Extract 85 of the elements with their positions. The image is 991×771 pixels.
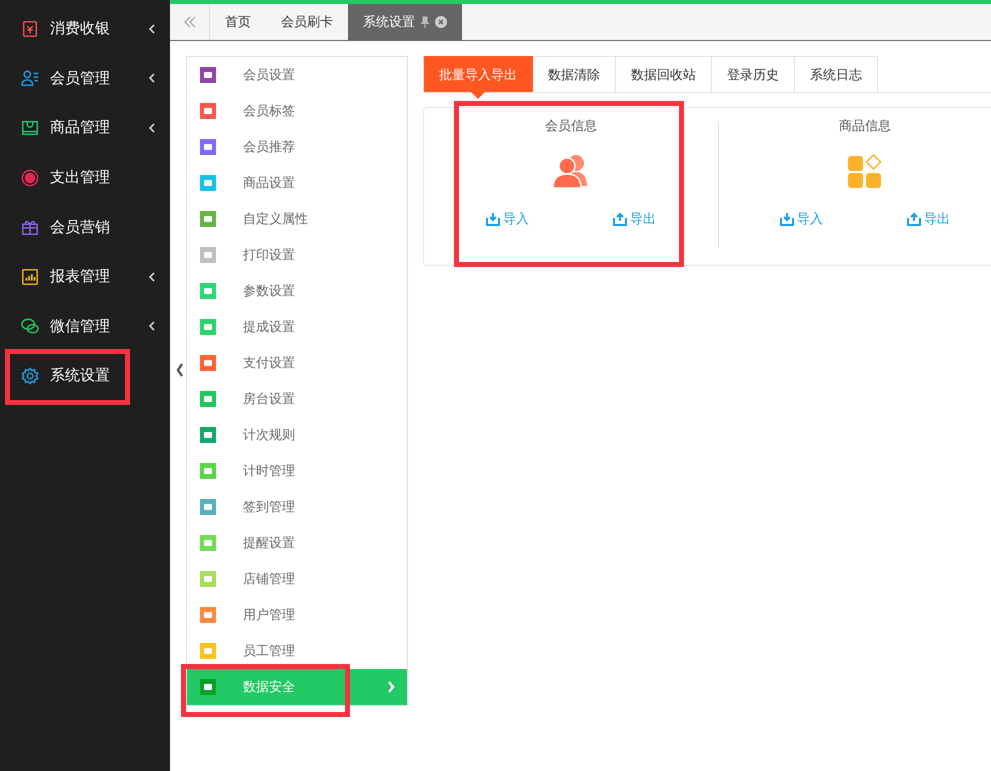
- sidebar-label: 报表管理: [50, 267, 111, 286]
- sidebar-item[interactable]: 商品管理: [0, 103, 170, 153]
- menu-label: 会员推荐: [243, 139, 296, 157]
- menu-label: 打印设置: [243, 247, 296, 265]
- gift-icon: [21, 218, 39, 236]
- settings-menu-item[interactable]: 计时管理: [187, 453, 407, 489]
- menu-label: 签到管理: [243, 499, 296, 517]
- tab-pointer: [471, 92, 485, 99]
- cashier-icon: [21, 20, 39, 38]
- settings-menu-item[interactable]: 自定义属性: [187, 201, 407, 237]
- sidebar-item[interactable]: 会员营销: [0, 202, 170, 252]
- sidebar-label: 系统设置: [50, 366, 111, 386]
- settings-menu-item[interactable]: 员工管理: [187, 633, 407, 669]
- members-icon: [21, 69, 39, 88]
- tab-label: 会员刷卡: [281, 14, 333, 31]
- settings-menu-item[interactable]: 签到管理: [187, 489, 407, 525]
- import-link[interactable]: 导入: [780, 210, 823, 228]
- tab-label: 首页: [225, 14, 251, 31]
- upload-icon: [613, 212, 627, 226]
- collapse-icon[interactable]: [176, 363, 184, 377]
- settings-menu-item[interactable]: 房台设置: [187, 381, 407, 417]
- settings-menu-item[interactable]: 提醒设置: [187, 525, 407, 561]
- menu-label: 支付设置: [243, 355, 296, 373]
- settings-menu-item[interactable]: 用户管理: [187, 597, 407, 633]
- settings-menu-item[interactable]: 会员设置: [187, 57, 407, 93]
- settings-menu-item[interactable]: 提成设置: [187, 309, 407, 345]
- menu-label: 员工管理: [243, 643, 296, 661]
- menu-label: 会员标签: [243, 103, 296, 121]
- settings-menu-item[interactable]: 计次规则: [187, 417, 407, 453]
- sidebar-item[interactable]: 会员管理: [0, 54, 170, 104]
- upload-icon: [907, 212, 921, 226]
- page-tab[interactable]: 首页: [210, 4, 266, 40]
- settings-menu-item[interactable]: 店铺管理: [187, 561, 407, 597]
- tab[interactable]: 登录历史: [712, 56, 795, 92]
- sidebar-label: 会员管理: [50, 68, 111, 88]
- settings-menu-item[interactable]: 参数设置: [187, 273, 407, 309]
- menu-label: 数据安全: [243, 679, 296, 697]
- double-chevron-icon: [182, 16, 196, 28]
- tab[interactable]: 数据清除: [533, 56, 616, 92]
- sidebar-label: 商品管理: [50, 118, 111, 138]
- sidebar-label: 微信管理: [50, 316, 111, 336]
- settings-menu-item[interactable]: 会员标签: [187, 93, 407, 129]
- sidebar-item[interactable]: 消费收银: [0, 4, 170, 54]
- settings-menu-item[interactable]: 会员推荐: [187, 129, 407, 165]
- menu-label: 提醒设置: [243, 535, 296, 553]
- sidebar-label: 会员营销: [50, 218, 111, 237]
- settings-menu-item[interactable]: 商品设置: [187, 165, 407, 201]
- tab[interactable]: 批量导入导出: [423, 56, 533, 92]
- menu-label: 提成设置: [243, 319, 296, 337]
- menu-label: 自定义属性: [243, 211, 309, 229]
- menu-label: 房台设置: [243, 391, 296, 409]
- download-icon: [780, 212, 794, 226]
- menu-label: 计次规则: [243, 427, 296, 445]
- chevron-right-icon: [387, 681, 395, 693]
- menu-label: 店铺管理: [243, 571, 296, 589]
- import-link[interactable]: 导入: [486, 210, 529, 228]
- tab[interactable]: 系统日志: [795, 56, 878, 92]
- menu-label: 计时管理: [243, 463, 296, 481]
- tab[interactable]: 数据回收站: [616, 56, 712, 92]
- tab-label: 系统设置: [363, 14, 415, 31]
- close-icon[interactable]: [435, 16, 447, 28]
- download-icon: [486, 212, 500, 226]
- sidebar-label: 消费收银: [50, 19, 111, 38]
- menu-label: 用户管理: [243, 607, 296, 625]
- page-tab[interactable]: 系统设置: [348, 4, 462, 40]
- settings-menu-item[interactable]: 打印设置: [187, 237, 407, 273]
- goods-icon: [21, 118, 39, 137]
- report-icon: [21, 268, 39, 286]
- sidebar-item[interactable]: 报表管理: [0, 252, 170, 302]
- sidebar-item[interactable]: 微信管理: [0, 302, 170, 352]
- menu-label: 参数设置: [243, 283, 296, 301]
- sidebar-item[interactable]: 支出管理: [0, 152, 170, 202]
- panel-title: 商品信息: [839, 118, 891, 135]
- export-link[interactable]: 导出: [613, 210, 656, 228]
- menu-label: 会员设置: [243, 67, 296, 85]
- export-link[interactable]: 导出: [907, 210, 950, 228]
- settings-icon: [21, 366, 39, 385]
- coin-icon: [21, 168, 39, 187]
- chat-icon: [21, 317, 39, 336]
- sidebar-label: 支出管理: [50, 168, 111, 188]
- settings-menu-item[interactable]: 支付设置: [187, 345, 407, 381]
- menu-label: 商品设置: [243, 175, 296, 193]
- panel-title: 会员信息: [545, 118, 597, 135]
- page-tab[interactable]: 会员刷卡: [266, 4, 348, 40]
- sidebar-item[interactable]: 系统设置: [0, 351, 170, 401]
